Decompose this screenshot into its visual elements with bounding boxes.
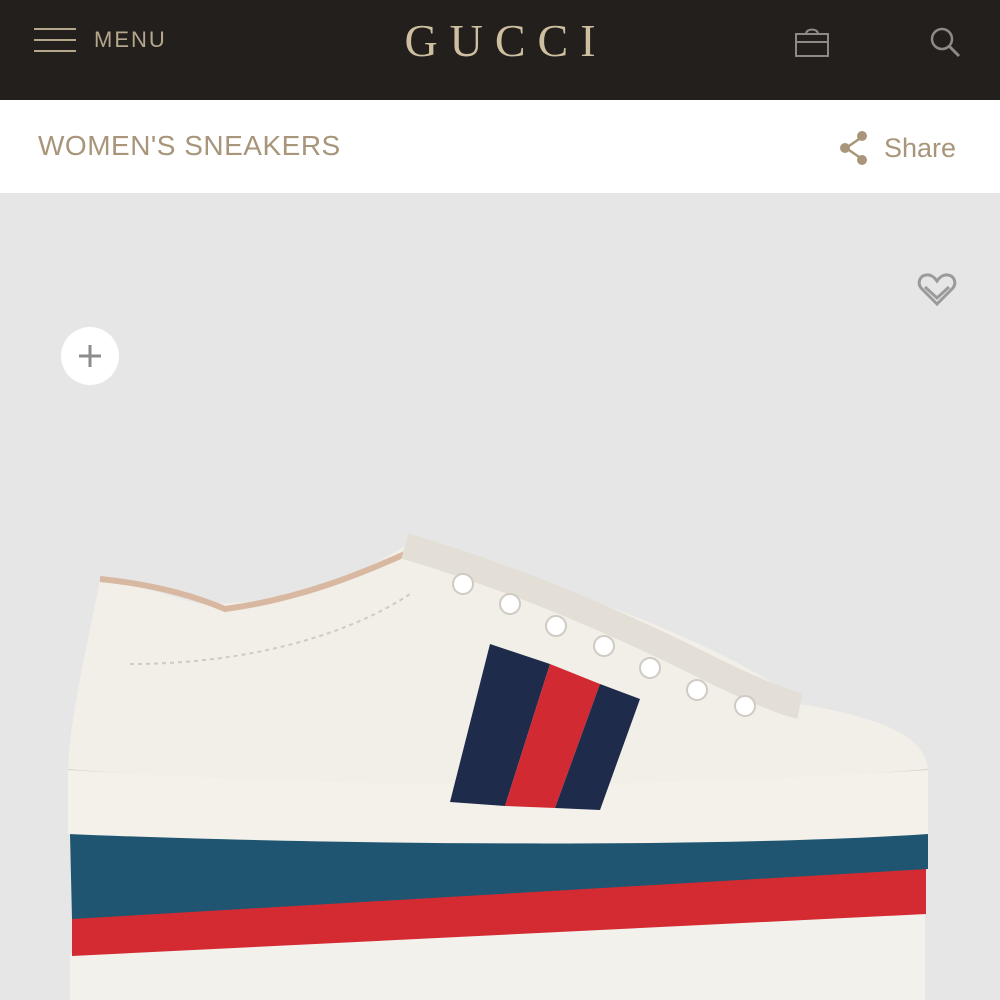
category-title: WOMEN'S SNEAKERS [38,130,341,161]
product-image-area[interactable] [0,194,1000,1000]
zoom-button[interactable] [61,327,119,385]
top-nav-bar: MENU GUCCI [0,0,1000,100]
category-header: WOMEN'S SNEAKERS Share [0,100,1000,194]
heart-icon[interactable] [917,272,957,308]
shopping-bag-icon[interactable] [793,22,831,60]
brand-logo[interactable]: GUCCI [0,14,1000,67]
plus-icon [79,345,101,367]
share-icon [839,131,867,165]
product-image [67,533,929,1000]
share-button[interactable]: Share [838,128,956,168]
share-label: Share [883,132,956,163]
search-icon[interactable] [929,26,961,58]
